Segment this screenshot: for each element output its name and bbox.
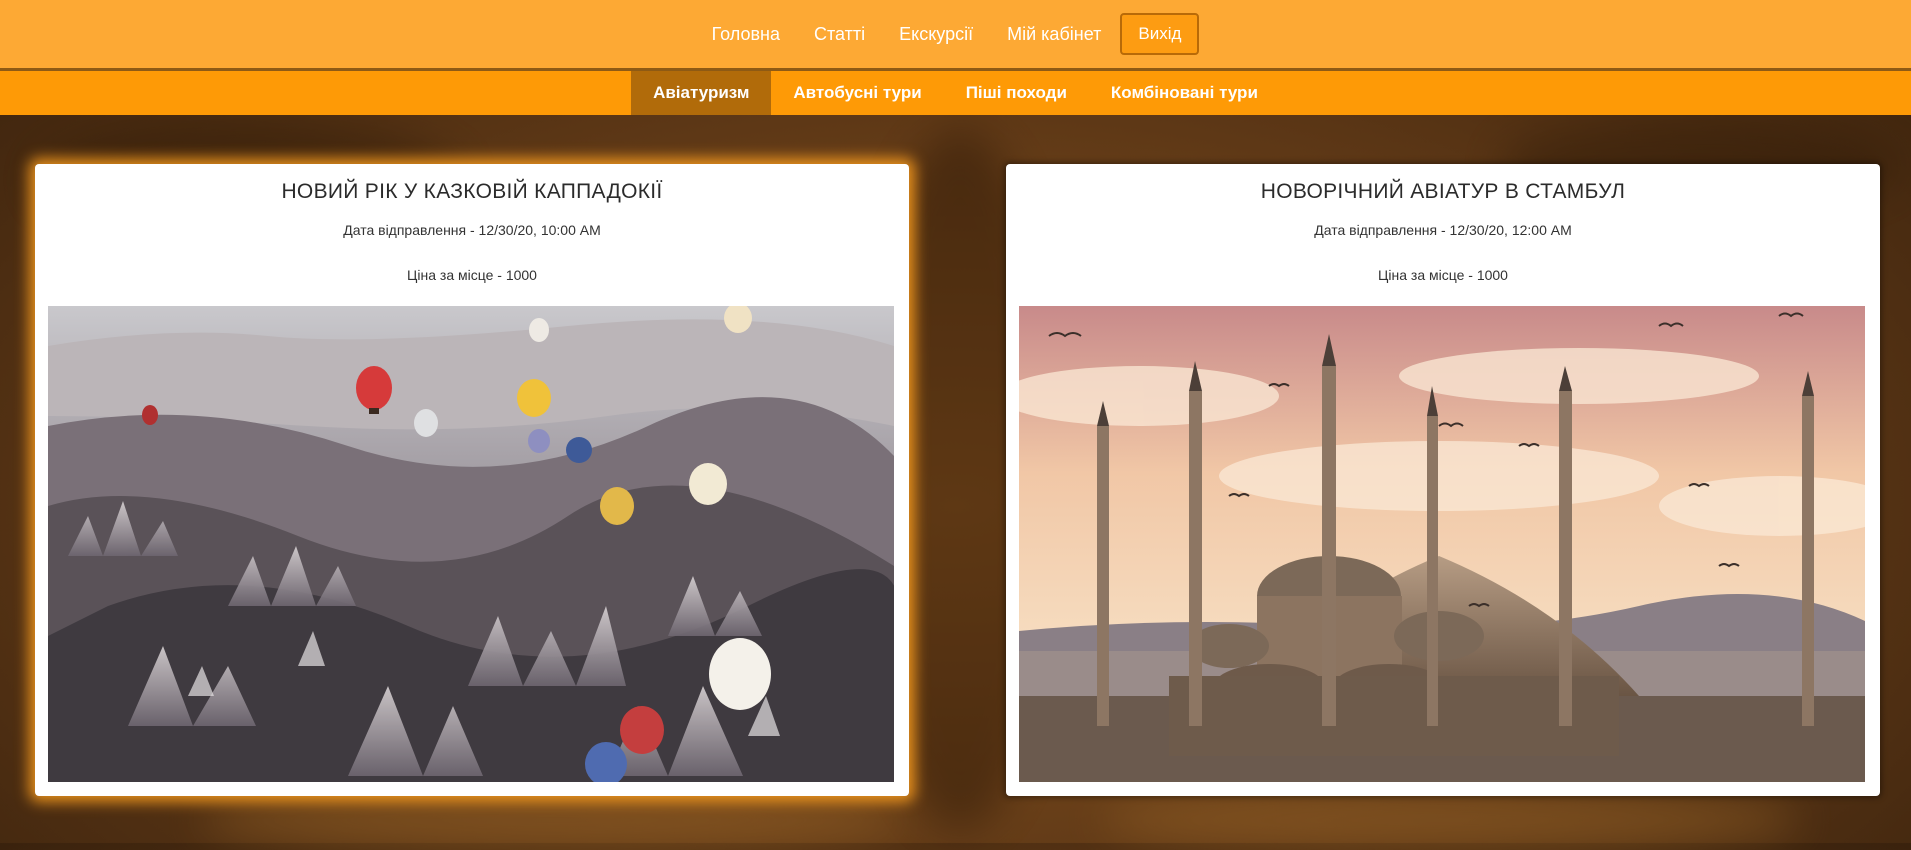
- logout-button[interactable]: Вихід: [1120, 13, 1200, 55]
- tab-hiking[interactable]: Піші походи: [944, 71, 1089, 115]
- tour-price: Ціна за місце - 1000: [1378, 267, 1508, 283]
- tour-card-cappadocia[interactable]: НОВИЙ РІК У КАЗКОВІЙ КАППАДОКІЇ Дата від…: [35, 164, 909, 796]
- nav-my-account-link[interactable]: Мій кабінет: [1007, 24, 1101, 45]
- tour-price: Ціна за місце - 1000: [407, 267, 537, 283]
- tour-card-istanbul[interactable]: НОВОРІЧНИЙ АВІАТУР В СТАМБУЛ Дата відпра…: [1006, 164, 1880, 796]
- category-tabs: Авіатуризм Автобусні тури Піші походи Ко…: [0, 71, 1911, 115]
- top-navigation: Головна Статті Екскурсії Мій кабінет Вих…: [0, 0, 1911, 71]
- tour-departure-date: Дата відправлення - 12/30/20, 10:00 AM: [343, 222, 601, 238]
- nav-home-link[interactable]: Головна: [712, 24, 780, 45]
- tab-aviatourism[interactable]: Авіатуризм: [631, 71, 772, 115]
- tour-title[interactable]: НОВИЙ РІК У КАЗКОВІЙ КАППАДОКІЇ: [35, 180, 909, 204]
- tour-departure-date: Дата відправлення - 12/30/20, 12:00 AM: [1314, 222, 1572, 238]
- tab-bus-tours[interactable]: Автобусні тури: [771, 71, 943, 115]
- nav-articles-link[interactable]: Статті: [814, 24, 865, 45]
- nav-excursions-link[interactable]: Екскурсії: [899, 24, 973, 45]
- cappadocia-balloons-photo[interactable]: [48, 306, 894, 782]
- istanbul-blue-mosque-photo[interactable]: [1019, 306, 1865, 782]
- tour-title[interactable]: НОВОРІЧНИЙ АВІАТУР В СТАМБУЛ: [1006, 180, 1880, 204]
- tab-combined-tours[interactable]: Комбіновані тури: [1089, 71, 1280, 115]
